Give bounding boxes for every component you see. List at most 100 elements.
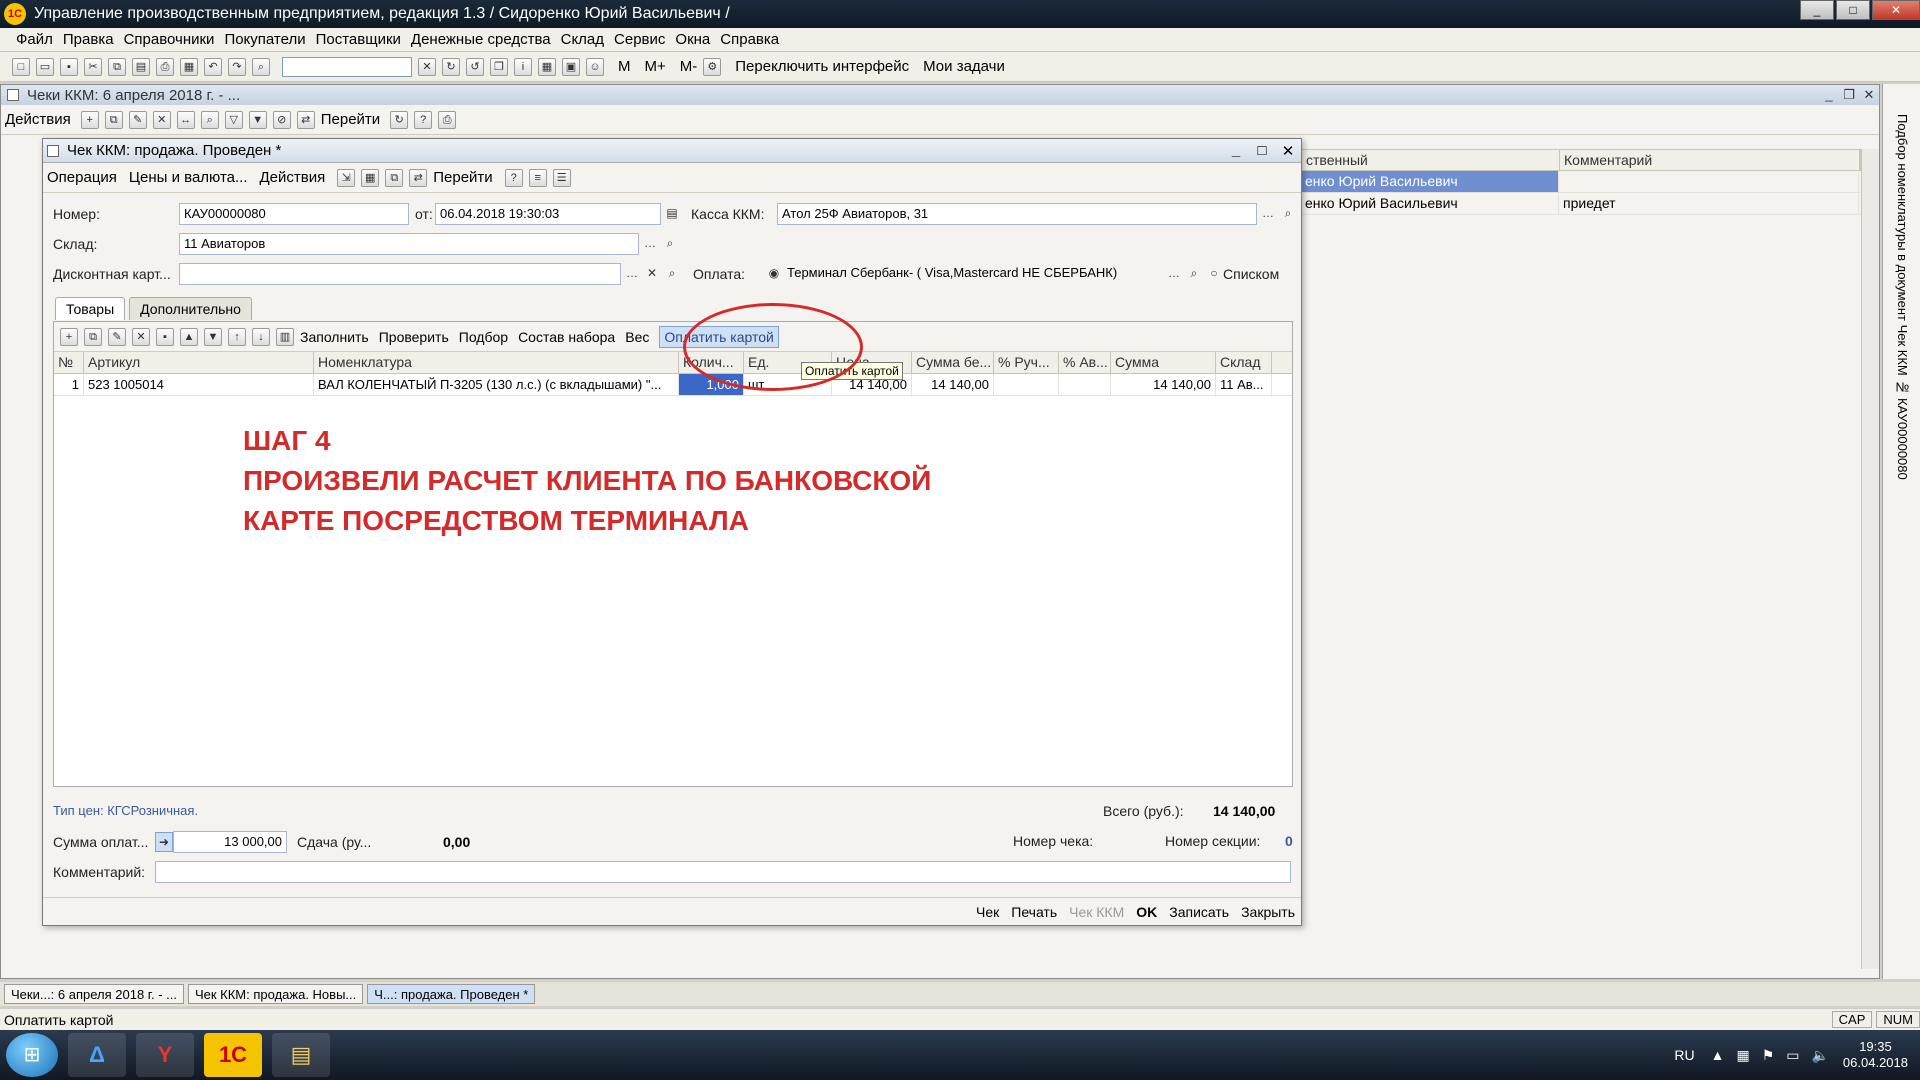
pay-sum-field[interactable]: 13 000,00 — [173, 831, 287, 853]
discount-field[interactable] — [179, 263, 621, 285]
tab-additional[interactable]: Дополнительно — [129, 297, 252, 320]
tree-view-icon[interactable]: ☰ — [552, 168, 571, 187]
side-selection-panel[interactable]: Подбор номенклатуры в документ Чек ККМ №… — [1882, 84, 1920, 979]
dialog-help-icon[interactable]: ? — [504, 168, 523, 187]
dialog-maximize-button[interactable]: □ — [1249, 142, 1275, 160]
menu-help[interactable]: Справка — [720, 31, 779, 48]
memory-plus-button[interactable]: M+ — [645, 58, 666, 75]
payment-radio[interactable]: ◉ — [765, 264, 783, 284]
bg-minimize-button[interactable]: _ — [1819, 87, 1839, 103]
users-icon[interactable]: ☺ — [586, 57, 604, 76]
switch-interface-button[interactable]: Переключить интерфейс — [735, 58, 909, 75]
save-icon[interactable]: ▪ — [60, 57, 78, 76]
menu-windows[interactable]: Окна — [675, 31, 710, 48]
delete-icon[interactable]: ✕ — [152, 110, 171, 129]
payment-select-icon[interactable]: … — [1165, 264, 1183, 284]
menu-customers[interactable]: Покупатели — [224, 31, 305, 48]
clear-search-icon[interactable]: ✕ — [418, 57, 436, 76]
bg-actions-menu[interactable]: Действия — [5, 111, 71, 128]
interval-icon[interactable]: ↔ — [176, 110, 195, 129]
movements-icon[interactable]: ⇄ — [409, 168, 428, 187]
help-icon[interactable]: ? — [414, 110, 433, 129]
col-sum[interactable]: Сумма — [1111, 352, 1216, 373]
paste-icon[interactable]: ▤ — [132, 57, 150, 76]
close-button[interactable]: ✕ — [1872, 0, 1920, 20]
network-icon[interactable]: ▦ — [1736, 1047, 1749, 1064]
windows-icon[interactable]: ❐ — [490, 57, 508, 76]
kkm-receipt-button[interactable]: Чек ККМ — [1069, 904, 1124, 920]
list-radio[interactable]: ○ — [1205, 264, 1223, 284]
table-row[interactable]: енко Юрий Васильевич — [1301, 171, 1861, 193]
filter-menu-icon[interactable]: ▼ — [248, 110, 267, 129]
windows-start-icon[interactable]: ⊞ — [6, 1033, 58, 1077]
dialog-actions-menu[interactable]: Действия — [260, 169, 326, 186]
find-next-icon[interactable]: ↻ — [442, 57, 460, 76]
window-tab-new-receipt[interactable]: Чек ККМ: продажа. Новы... — [187, 984, 364, 1004]
volume-icon[interactable]: 🔈 — [1811, 1047, 1828, 1064]
grid-edit-icon[interactable]: ✎ — [108, 327, 126, 346]
menu-references[interactable]: Справочники — [124, 31, 215, 48]
col-article[interactable]: Артикул — [84, 352, 314, 373]
print-icon[interactable]: ⎙ — [156, 57, 174, 76]
prices-currency-button[interactable]: Цены и валюта... — [129, 169, 248, 186]
tray-arrow-icon[interactable]: ▲ — [1711, 1047, 1725, 1063]
clock[interactable]: 19:35 06.04.2018 — [1843, 1039, 1908, 1071]
pay-sum-arrow-icon[interactable]: ➜ — [155, 832, 173, 852]
calendar-picker-icon[interactable]: ▤ — [663, 204, 681, 224]
edit-icon[interactable]: ✎ — [128, 110, 147, 129]
grid-save-icon[interactable]: ▪ — [156, 327, 174, 346]
bg-restore-button[interactable]: ❐ — [1839, 87, 1859, 103]
menu-service[interactable]: Сервис — [614, 31, 665, 48]
menu-warehouse[interactable]: Склад — [561, 31, 604, 48]
print-preview-icon[interactable]: ▦ — [180, 57, 198, 76]
calculator-icon[interactable]: ▦ — [538, 57, 556, 76]
filter-off-icon[interactable]: ⊘ — [272, 110, 291, 129]
based-on-icon[interactable]: ⧉ — [385, 168, 404, 187]
maximize-button[interactable]: □ — [1836, 0, 1870, 20]
window-tab-posted-receipt[interactable]: Ч...: продажа. Проведен * — [367, 984, 536, 1004]
cut-icon[interactable]: ✂ — [84, 57, 102, 76]
post-icon[interactable]: ⇲ — [337, 168, 356, 187]
dialog-goto-menu[interactable]: Перейти — [433, 169, 492, 186]
tools-icon[interactable]: ⚙ — [703, 57, 722, 76]
kassa-open-icon[interactable]: ⌕ — [1279, 204, 1297, 224]
discount-clear-icon[interactable]: ✕ — [643, 264, 661, 284]
undo-icon[interactable]: ↶ — [204, 57, 222, 76]
monitor-icon[interactable]: ▭ — [1786, 1047, 1799, 1064]
move-up-icon[interactable]: ▲ — [180, 327, 198, 346]
sklad-open-icon[interactable]: ⌕ — [661, 234, 679, 254]
col-sum-no-discount[interactable]: Сумма бе... — [912, 352, 994, 373]
table-row[interactable]: 1 523 1005014 ВАЛ КОЛЕНЧАТЫЙ П-3205 (130… — [54, 374, 1292, 396]
find-icon[interactable]: ⌕ — [200, 110, 219, 129]
my-tasks-button[interactable]: Мои задачи — [923, 58, 1005, 75]
tab-goods[interactable]: Товары — [55, 297, 126, 320]
payment-field[interactable]: Терминал Сбербанк- ( Visa,Mastercard НЕ … — [783, 263, 1163, 285]
sklad-select-icon[interactable]: … — [641, 234, 659, 254]
date-field[interactable]: 06.04.2018 19:30:03 — [435, 203, 661, 225]
grid-add-icon[interactable]: + — [60, 327, 78, 346]
memory-minus-button[interactable]: M- — [680, 58, 698, 75]
check-menu[interactable]: Проверить — [379, 329, 449, 345]
memory-m-button[interactable]: M — [618, 58, 631, 75]
dialog-minimize-button[interactable]: _ — [1223, 142, 1249, 160]
comment-field[interactable] — [155, 861, 1291, 883]
move-down-icon[interactable]: ▼ — [204, 327, 222, 346]
taskbar-yandex-icon[interactable]: Y — [136, 1033, 194, 1077]
list-view-icon[interactable]: ≡ — [528, 168, 547, 187]
selection-button[interactable]: Подбор — [459, 329, 508, 345]
discount-open-icon[interactable]: ⌕ — [663, 264, 681, 284]
weight-button[interactable]: Вес — [625, 329, 649, 345]
discount-select-icon[interactable]: … — [623, 264, 641, 284]
sklad-field[interactable]: 11 Авиаторов — [179, 233, 639, 255]
kassa-field[interactable]: Атол 25Ф Авиаторов, 31 — [777, 203, 1257, 225]
close-dialog-button[interactable]: Закрыть — [1241, 904, 1295, 920]
price-type-link[interactable]: Тип цен: КГСРозничная. — [53, 803, 198, 818]
window-tab-receipts-list[interactable]: Чеки...: 6 апреля 2018 г. - ... — [4, 984, 184, 1004]
col-store[interactable]: Склад — [1216, 352, 1272, 373]
table-row[interactable]: енко Юрий Васильевич приедет — [1301, 193, 1861, 215]
col-number[interactable]: № — [54, 352, 84, 373]
save-button[interactable]: Записать — [1169, 904, 1229, 920]
menu-suppliers[interactable]: Поставщики — [316, 31, 401, 48]
col-comment[interactable]: Комментарий — [1560, 150, 1860, 170]
language-indicator[interactable]: RU — [1674, 1047, 1694, 1063]
